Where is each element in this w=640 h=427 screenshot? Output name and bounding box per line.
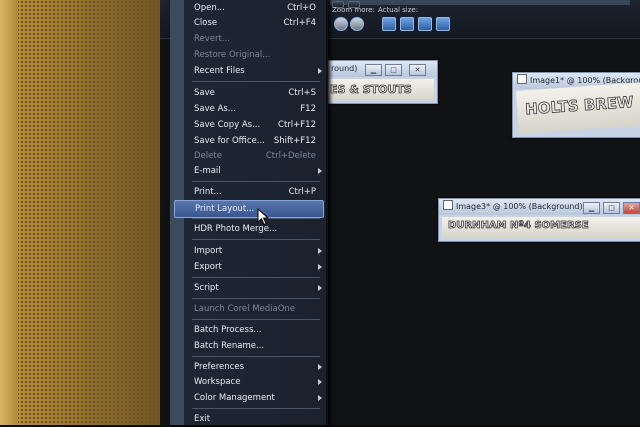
submenu-arrow-icon (318, 248, 322, 254)
submenu-arrow-icon (318, 68, 322, 74)
menu-item-restore-original: Restore Original... (194, 50, 271, 60)
close-button[interactable]: ✕ (409, 64, 426, 76)
image-canvas: ES & STOUTS (322, 79, 434, 100)
actual-size-label: Actual size: (378, 6, 419, 14)
window-title: Image3* @ 100% (Background) (456, 202, 583, 211)
zoom-more-label: Zoom more: (332, 6, 375, 14)
menu-item-print-layout[interactable]: Print Layout... (174, 200, 324, 218)
menu-separator (192, 181, 320, 182)
submenu-arrow-icon (318, 264, 322, 270)
menu-item-print[interactable]: Print... Ctrl+P (186, 184, 322, 200)
fit-window-icon[interactable] (400, 17, 414, 31)
menu-item-workspace[interactable]: Workspace (186, 374, 322, 390)
menu-item-delete: Delete Ctrl+Delete (194, 151, 316, 161)
submenu-arrow-icon (318, 364, 322, 370)
menu-item-recent-files[interactable]: Recent Files (186, 63, 322, 79)
maximize-button[interactable]: □ (385, 64, 402, 76)
menu-item-save-as[interactable]: Save As... F12 (186, 101, 322, 117)
menu-separator (192, 239, 320, 240)
image-window-3[interactable]: Image3* @ 100% (Background) ▁ □ ✕ DURNHA… (438, 198, 640, 242)
fit-image-icon[interactable] (418, 17, 432, 31)
submenu-arrow-icon (318, 395, 322, 401)
close-button[interactable]: ✕ (623, 202, 640, 214)
maximize-button[interactable]: □ (603, 202, 620, 214)
menu-item-preferences[interactable]: Preferences (186, 359, 322, 375)
menu-separator (192, 277, 320, 278)
menu-item-save-for-office[interactable]: Save for Office... Shift+F12 (186, 133, 322, 149)
submenu-arrow-icon (318, 379, 322, 385)
full-screen-icon[interactable] (436, 17, 450, 31)
menu-item-export[interactable]: Export (186, 259, 322, 275)
menu-separator (192, 218, 320, 219)
menu-separator (192, 81, 320, 82)
image-canvas: DURNHAM Nº4 SOMERSE (442, 217, 640, 238)
file-menu: Open... Ctrl+O Close Ctrl+F4 Revert... Res… (170, 0, 328, 425)
zoom-in-icon[interactable] (334, 17, 348, 31)
menu-separator (192, 356, 320, 357)
menu-item-hdr-photo-merge[interactable]: HDR Photo Merge... (186, 221, 322, 237)
menu-item-script[interactable]: Script (186, 280, 322, 296)
menu-item-batch-rename[interactable]: Batch Rename... (186, 338, 322, 354)
submenu-arrow-icon (318, 168, 322, 174)
monitor-bezel (0, 0, 168, 425)
image-canvas: HOLTS BREW (516, 82, 640, 134)
image-window-1[interactable]: Image1* @ 100% (Backgrou HOLTS BREW (512, 72, 640, 138)
menu-item-save-copy-as[interactable]: Save Copy As... Ctrl+F12 (186, 117, 322, 133)
menu-separator (192, 298, 320, 299)
menu-item-revert: Revert... (194, 34, 230, 44)
menu-item-close[interactable]: Close Ctrl+F4 (186, 15, 322, 31)
menu-separator (192, 319, 320, 320)
menu-item-batch-process[interactable]: Batch Process... (186, 322, 322, 338)
submenu-arrow-icon (318, 285, 322, 291)
document-icon (443, 200, 453, 210)
menu-item-launch-corel-mediaone: Launch Corel MediaOne (194, 304, 296, 314)
menu-item-color-management[interactable]: Color Management (186, 390, 322, 406)
toolbar-top-strip (330, 0, 630, 5)
zoom-out-icon[interactable] (350, 17, 364, 31)
actual-size-icon[interactable] (382, 17, 396, 31)
menu-separator (192, 408, 320, 409)
menu-item-open[interactable]: Open... Ctrl+O (186, 0, 322, 16)
minimize-button[interactable]: ▁ (365, 64, 382, 76)
menu-item-email[interactable]: E-mail (186, 163, 322, 179)
document-icon (517, 74, 527, 84)
minimize-button[interactable]: ▁ (583, 202, 600, 214)
monitor-bezel-edge (0, 0, 18, 425)
menu-item-import[interactable]: Import (186, 243, 322, 259)
mouse-pointer-icon (257, 208, 270, 226)
menu-item-save[interactable]: Save Ctrl+S (186, 85, 322, 101)
image-window-2[interactable]: round) ▁ □ ✕ ES & STOUTS (318, 60, 438, 104)
